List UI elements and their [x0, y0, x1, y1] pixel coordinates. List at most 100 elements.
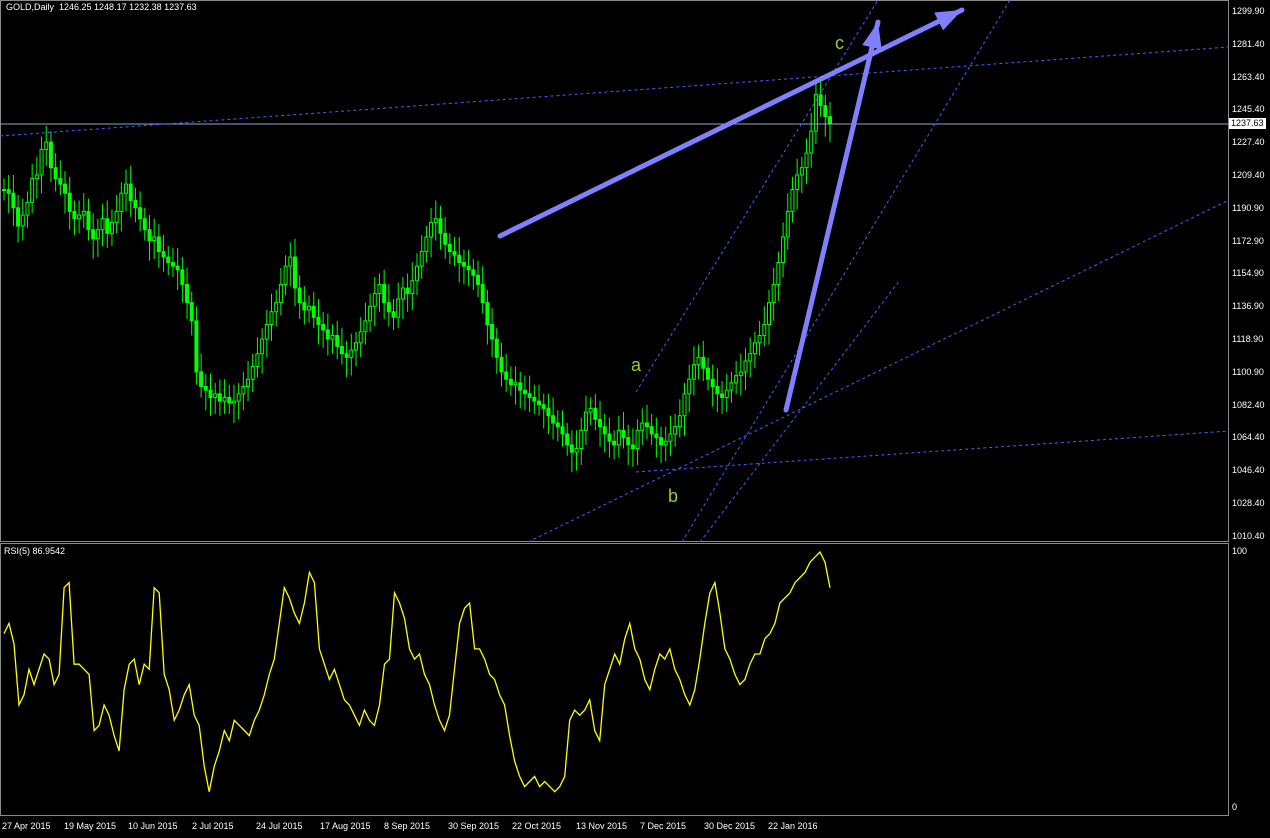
- candle-body: [710, 378, 715, 388]
- price-axis-label: 1118.90: [1232, 334, 1264, 344]
- candle-body: [222, 396, 227, 402]
- candle-body: [818, 94, 823, 107]
- rsi-bottom-label: 0: [1232, 802, 1238, 812]
- candle-body: [292, 256, 297, 289]
- candle-body: [283, 265, 288, 285]
- candle-body: [227, 396, 232, 404]
- candle-body: [748, 353, 753, 362]
- candle-body: [128, 183, 133, 201]
- candle-body: [513, 382, 518, 386]
- candle-body: [67, 192, 72, 212]
- candle-body: [696, 356, 701, 366]
- candle-body: [522, 389, 527, 395]
- time-axis-label: 27 Apr 2015: [2, 821, 51, 831]
- candle-body: [274, 302, 279, 313]
- candle-body: [133, 199, 138, 209]
- candle-body: [461, 262, 466, 267]
- wave-label-a: a: [631, 355, 642, 375]
- price-axis-label: 1281.40: [1232, 38, 1265, 49]
- candle-body: [302, 302, 307, 311]
- candle-body: [241, 386, 246, 395]
- candle-body: [649, 426, 654, 435]
- candle-body: [39, 148, 44, 176]
- candle-body: [785, 210, 790, 238]
- candle-body: [170, 262, 175, 267]
- candle-body: [25, 201, 30, 216]
- candle-body: [701, 356, 706, 369]
- candle-body: [438, 218, 443, 234]
- candle-body: [86, 210, 91, 231]
- candle-body: [142, 218, 147, 231]
- candle-body: [537, 400, 542, 406]
- candle-body: [630, 444, 635, 450]
- time-axis-label: 7 Dec 2015: [640, 821, 687, 831]
- trend-line: [0, 46, 1230, 137]
- candle-body: [738, 371, 743, 377]
- candle-body: [574, 448, 579, 453]
- candle-body: [138, 207, 143, 220]
- candle-body: [527, 393, 532, 398]
- candle-body: [264, 324, 269, 340]
- trend-line: [699, 279, 901, 543]
- candle-body: [185, 283, 190, 304]
- candle-body: [485, 302, 490, 326]
- candle-body: [424, 236, 429, 253]
- candle-body: [588, 407, 593, 413]
- candle-body: [705, 367, 710, 380]
- candle-body: [626, 437, 631, 446]
- candle-body: [771, 283, 776, 304]
- candle-body: [95, 229, 100, 240]
- candle-body: [2, 189, 6, 192]
- candle-body: [53, 167, 58, 180]
- candle-body: [34, 174, 39, 180]
- candle-body: [20, 214, 25, 227]
- candle-body: [729, 382, 734, 391]
- candle-body: [246, 378, 251, 388]
- candle-body: [518, 382, 523, 391]
- candle-body: [363, 320, 368, 333]
- candle-body: [199, 371, 204, 388]
- time-axis-label: 22 Jan 2016: [768, 821, 818, 831]
- candle-body: [250, 365, 255, 380]
- candle-body: [687, 378, 692, 395]
- candle-body: [339, 345, 344, 355]
- time-axis-label: 17 Aug 2015: [320, 821, 371, 831]
- candle-body: [372, 293, 377, 307]
- candle-body: [180, 269, 185, 285]
- candle-body: [494, 338, 499, 358]
- candle-body: [405, 287, 410, 295]
- time-axis-label: 22 Oct 2015: [512, 821, 562, 831]
- candle-body: [809, 130, 814, 154]
- candle-body: [504, 371, 509, 380]
- candle-body: [58, 178, 63, 185]
- candle-body: [100, 218, 105, 231]
- candle-body: [260, 338, 265, 355]
- candle-body: [147, 229, 152, 242]
- price-axis-label: 1082.40: [1232, 399, 1265, 410]
- time-axis-label: 13 Nov 2015: [576, 821, 628, 831]
- candle-body: [109, 221, 114, 234]
- trend-line: [635, 0, 879, 393]
- candle-body: [72, 210, 77, 220]
- candle-body: [321, 324, 326, 331]
- candle-body: [673, 426, 678, 435]
- candle-body: [583, 411, 588, 431]
- candle-body: [555, 422, 560, 428]
- candle-body: [715, 386, 720, 395]
- candle-body: [217, 393, 222, 402]
- candle-body: [541, 404, 546, 409]
- price-axis-label: 1209.40: [1232, 170, 1265, 180]
- candle-body: [720, 393, 725, 398]
- candle-body: [175, 265, 180, 271]
- candle-body: [63, 183, 68, 194]
- candle-body: [663, 440, 668, 446]
- candle-body: [391, 311, 396, 318]
- candle-body: [335, 334, 340, 347]
- candle-body: [330, 334, 335, 340]
- candle-body: [419, 251, 424, 267]
- candle-body: [466, 265, 471, 271]
- rsi-title: RSI(5) 86.9542: [4, 546, 66, 556]
- candle-body: [91, 229, 96, 240]
- candle-body: [114, 210, 119, 223]
- candle-body: [776, 262, 781, 285]
